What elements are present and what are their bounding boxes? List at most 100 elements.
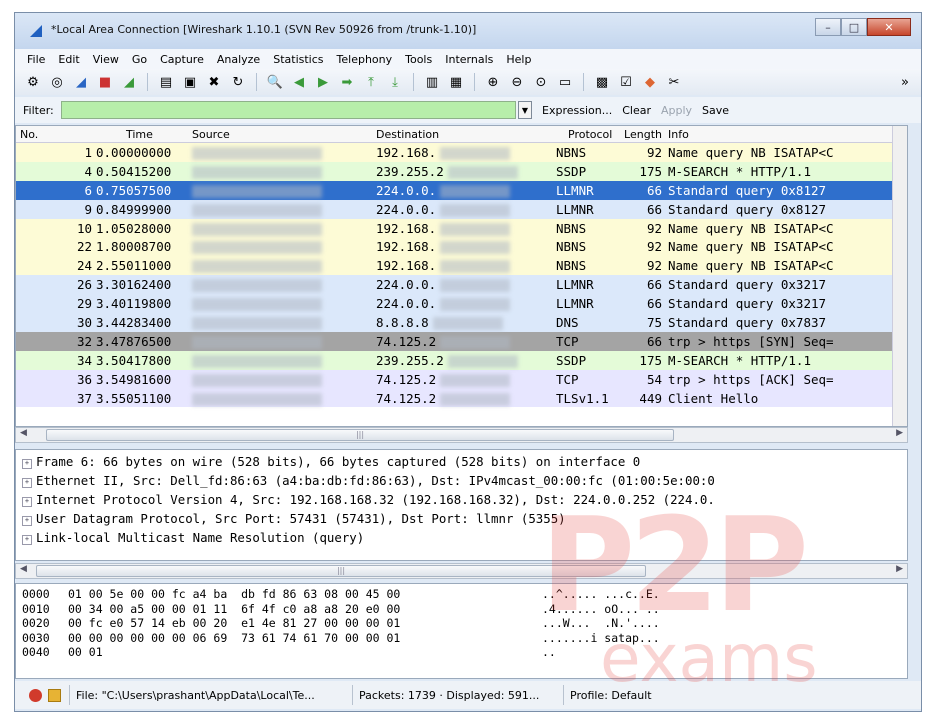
go-back-icon[interactable]: ◀ [289, 72, 309, 92]
menu-help[interactable]: Help [506, 53, 531, 66]
scroll-left-icon[interactable]: ◀ [20, 564, 27, 574]
packet-destination-text: 239.255.2 [376, 352, 444, 368]
col-info[interactable]: Info [668, 128, 907, 141]
packet-row[interactable]: 9 0.84999900 224.0.0. LLMNR 66 Standard query… [16, 199, 907, 219]
col-protocol[interactable]: Protocol [556, 128, 620, 141]
toolbar-overflow-icon[interactable]: » [895, 72, 915, 92]
filter-input[interactable] [61, 101, 516, 119]
interfaces-icon[interactable]: ⚙ [23, 72, 43, 92]
capture-comments-icon[interactable] [48, 688, 61, 702]
detail-row[interactable]: + Frame 6: 66 bytes on wire (528 bits), 6… [22, 454, 907, 473]
scroll-right-icon[interactable]: ▶ [896, 428, 903, 438]
packet-row[interactable]: 37 3.55051100 74.125.2 TLSv1.1 449 Client Hel… [16, 388, 907, 408]
menu-view[interactable]: View [93, 53, 119, 66]
close-button[interactable]: ✕ [867, 18, 911, 36]
packet-destination: 192.168. [376, 239, 556, 255]
packet-rows: 1 0.00000000 192.168. NBNS 92 Name query NB I… [16, 143, 907, 408]
col-destination[interactable]: Destination [376, 128, 556, 141]
packet-length: 92 [646, 144, 662, 160]
resize-columns-icon[interactable]: ▭ [555, 72, 575, 92]
packet-destination-text: 192.168. [376, 258, 437, 274]
go-first-icon[interactable]: ⤒ [361, 72, 381, 92]
go-forward-icon[interactable]: ▶ [313, 72, 333, 92]
maximize-button[interactable]: □ [841, 18, 867, 36]
packet-row[interactable]: 36 3.54981600 74.125.2 TCP 54 trp > https [AC… [16, 369, 907, 389]
packet-info: Standard query 0x3217 [668, 296, 827, 312]
redaction-blur [192, 316, 322, 330]
menu-telephony[interactable]: Telephony [337, 53, 393, 66]
clear-button[interactable]: Clear [622, 104, 651, 117]
filter-dropdown-icon[interactable]: ▼ [518, 101, 532, 119]
packet-list-hscroll[interactable]: ◀ ||| ▶ [15, 427, 908, 443]
coloring-rules-icon[interactable]: ◆ [640, 72, 660, 92]
packet-destination: 8.8.8.8 [376, 315, 556, 330]
packet-row[interactable]: 32 3.47876500 74.125.2 TCP 66 trp > https [SY… [16, 331, 907, 351]
scroll-right-icon[interactable]: ▶ [896, 564, 903, 574]
colorize-icon[interactable]: ▥ [422, 72, 442, 92]
packet-row[interactable]: 34 3.50417800 239.255.2 SSDP 175 M-SEARCH * H… [16, 350, 907, 370]
menu-tools[interactable]: Tools [405, 53, 432, 66]
packet-row[interactable]: 4 0.50415200 239.255.2 SSDP 175 M-SEARCH * HT… [16, 161, 907, 181]
col-time[interactable]: Time [96, 128, 192, 141]
packet-destination-text: 8.8.8.8 [376, 314, 429, 330]
packet-protocol: TCP [556, 371, 579, 387]
find-packet-icon[interactable]: 🔍 [265, 72, 285, 92]
packet-row[interactable]: 29 3.40119800 224.0.0. LLMNR 66 Standard quer… [16, 294, 907, 314]
col-source[interactable]: Source [192, 128, 376, 141]
packet-protocol: LLMNR [556, 201, 594, 217]
save-file-icon[interactable]: ▣ [180, 72, 200, 92]
redaction-blur [440, 203, 511, 217]
expand-icon[interactable]: + [22, 516, 32, 526]
go-last-icon[interactable]: ⤓ [385, 72, 405, 92]
expand-icon[interactable]: + [22, 535, 32, 545]
stop-capture-icon[interactable]: ■ [95, 72, 115, 92]
start-capture-icon[interactable]: ◢ [71, 72, 91, 92]
packet-destination: 192.168. [376, 221, 556, 236]
scroll-thumb[interactable]: ||| [46, 429, 674, 441]
packet-no: 4 [84, 163, 92, 179]
packet-row[interactable]: 30 3.44283400 8.8.8.8 DNS 75 Standard query 0… [16, 313, 907, 332]
minimize-button[interactable]: – [815, 18, 841, 36]
save-button[interactable]: Save [702, 104, 729, 117]
menu-internals[interactable]: Internals [445, 53, 493, 66]
zoom-in-icon[interactable]: ⊕ [483, 72, 503, 92]
reload-icon[interactable]: ↻ [228, 72, 248, 92]
redaction-blur [432, 316, 503, 330]
expand-icon[interactable]: + [22, 497, 32, 507]
packet-row[interactable]: 6 0.75057500 224.0.0. LLMNR 66 Standard query… [16, 180, 907, 200]
expand-icon[interactable]: + [22, 478, 32, 488]
open-file-icon[interactable]: ▤ [156, 72, 176, 92]
packet-row[interactable]: 10 1.05028000 192.168. NBNS 92 Name query NB … [16, 218, 907, 238]
close-file-icon[interactable]: ✖ [204, 72, 224, 92]
autoscroll-icon[interactable]: ▦ [446, 72, 466, 92]
zoom-out-icon[interactable]: ⊖ [507, 72, 527, 92]
menu-capture[interactable]: Capture [160, 53, 204, 66]
menu-analyze[interactable]: Analyze [217, 53, 260, 66]
expand-icon[interactable]: + [22, 459, 32, 469]
expert-info-icon[interactable] [29, 688, 42, 702]
packet-info: M-SEARCH * HTTP/1.1 [668, 352, 811, 368]
scroll-left-icon[interactable]: ◀ [20, 428, 27, 438]
preferences-icon[interactable]: ✂ [664, 72, 684, 92]
zoom-normal-icon[interactable]: ⊙ [531, 72, 551, 92]
menu-go[interactable]: Go [132, 53, 147, 66]
display-filters-icon[interactable]: ☑ [616, 72, 636, 92]
capture-options-icon[interactable]: ◎ [47, 72, 67, 92]
packet-row[interactable]: 22 1.80008700 192.168. NBNS 92 Name query NB … [16, 237, 907, 257]
packet-row[interactable]: 26 3.30162400 224.0.0. LLMNR 66 Standard quer… [16, 275, 907, 295]
menu-edit[interactable]: Edit [58, 53, 79, 66]
packet-list-vscroll[interactable] [892, 126, 907, 426]
menu-file[interactable]: File [27, 53, 45, 66]
packet-row[interactable]: 1 0.00000000 192.168. NBNS 92 Name query NB I… [16, 143, 907, 162]
col-length[interactable]: Length [620, 128, 668, 141]
go-to-packet-icon[interactable]: ➡ [337, 72, 357, 92]
menu-statistics[interactable]: Statistics [273, 53, 323, 66]
packet-source-redacted [192, 221, 376, 236]
expression-button[interactable]: Expression... [542, 104, 612, 117]
title-bar: *Local Area Connection [Wireshark 1.10.1… [15, 13, 921, 49]
col-no[interactable]: No. [16, 128, 96, 141]
capture-filters-icon[interactable]: ▩ [592, 72, 612, 92]
apply-button[interactable]: Apply [661, 104, 692, 117]
packet-row[interactable]: 24 2.55011000 192.168. NBNS 92 Name query NB … [16, 256, 907, 276]
restart-capture-icon[interactable]: ◢ [119, 72, 139, 92]
